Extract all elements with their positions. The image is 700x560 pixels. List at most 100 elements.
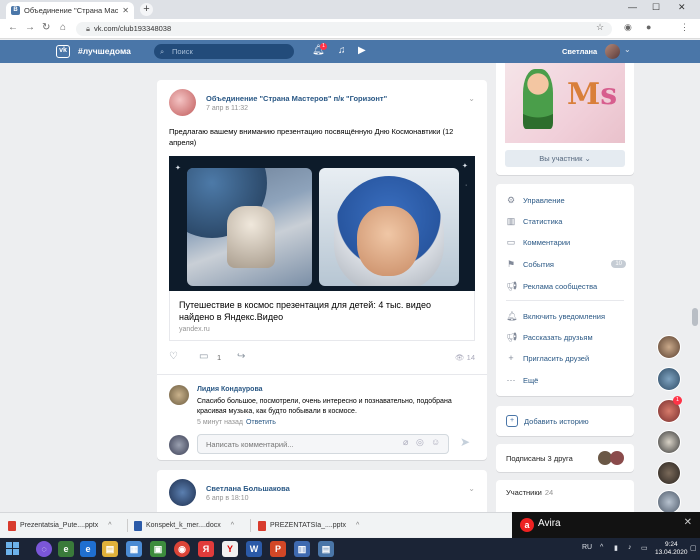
post-author[interactable]: Объединение "Страна Мастеров" п/к "Гориз… — [206, 94, 387, 103]
menu-item-stats[interactable]: ▥ Статистика — [506, 213, 626, 229]
app-icon[interactable]: ▤ — [318, 541, 334, 557]
header-avatar[interactable] — [605, 44, 620, 59]
comment-author[interactable]: Лидия Кондаурова — [197, 386, 263, 393]
post-author-avatar[interactable] — [169, 89, 196, 116]
share-icon[interactable]: ↪ — [237, 351, 245, 362]
chat-avatar[interactable] — [657, 430, 681, 454]
menu-item-invite-friends[interactable]: + Пригласить друзей — [506, 350, 626, 366]
chrome-icon[interactable]: ◉ — [174, 541, 190, 557]
chevron-up-icon[interactable]: ^ — [356, 522, 359, 529]
smile-icon[interactable]: ☺ — [431, 437, 440, 447]
camera-icon[interactable]: ◎ — [416, 437, 424, 448]
menu-item-manage[interactable]: ⚙ Управление — [506, 192, 626, 208]
header-hashtag[interactable]: #лучшедома — [78, 46, 131, 56]
post-link-image[interactable]: ✦ ✦ · — [169, 156, 475, 291]
battery-icon[interactable]: ▭ — [641, 544, 648, 552]
music-icon[interactable]: ♫ — [338, 45, 346, 56]
menu-item-more[interactable]: ⋯ Ещё — [506, 372, 626, 388]
chat-avatar[interactable] — [657, 490, 681, 514]
chevron-up-icon[interactable]: ^ — [600, 544, 603, 551]
back-icon[interactable]: ← — [8, 22, 18, 33]
header-username[interactable]: Светлана — [562, 47, 597, 56]
comment-icon: ▭ — [506, 236, 516, 247]
close-icon[interactable]: ✕ — [684, 517, 692, 528]
commenter-avatar[interactable] — [169, 385, 189, 405]
friends-subscribed-card[interactable]: Подписаны 3 друга — [496, 444, 634, 472]
browser-menu-icon[interactable]: ⋮ — [680, 22, 689, 33]
post-author-avatar[interactable] — [169, 479, 196, 506]
post-author[interactable]: Светлана Большакова — [206, 484, 290, 493]
profile-icon[interactable]: ● — [646, 22, 651, 32]
close-window-icon[interactable]: ✕ — [678, 2, 686, 13]
volume-icon[interactable]: ♪ — [628, 544, 632, 551]
app-icon[interactable]: ▥ — [294, 541, 310, 557]
chat-avatar[interactable] — [657, 335, 681, 359]
home-icon[interactable]: ⌂ — [60, 22, 66, 33]
post-menu-chevron-icon[interactable]: ⌄ — [468, 484, 475, 493]
menu-item-events[interactable]: ⚑ События 10 — [506, 256, 626, 272]
app-icon[interactable]: ▣ — [150, 541, 166, 557]
chevron-up-icon[interactable]: ^ — [231, 522, 234, 529]
download-item[interactable]: PREZENTATSIa_....pptx ^ — [258, 517, 359, 534]
explorer-icon[interactable]: e — [58, 541, 74, 557]
community-cover-image[interactable]: Ms — [505, 63, 625, 143]
close-tab-icon[interactable]: ✕ — [122, 6, 129, 15]
reply-link[interactable]: Ответить — [246, 419, 276, 426]
download-item[interactable]: Konspekt_k_mer....docx ^ — [134, 517, 234, 534]
reload-icon[interactable]: ↻ — [42, 22, 50, 33]
comment-input[interactable] — [197, 434, 449, 454]
extension-icon[interactable]: ◉ — [624, 22, 632, 33]
send-icon[interactable]: ➤ — [460, 435, 470, 449]
url-field[interactable]: 🔒︎ vk.com/club193348038 — [76, 22, 612, 36]
network-icon[interactable]: ▮ — [614, 544, 618, 552]
members-label[interactable]: Участники 24 — [506, 488, 553, 497]
comment-icon[interactable]: ▭ — [199, 351, 208, 362]
forward-icon[interactable]: → — [25, 22, 35, 33]
menu-item-notifications[interactable]: 🔔︎ Включить уведомления — [506, 308, 626, 324]
avira-notification[interactable]: a Avira ✕ — [512, 512, 700, 538]
vk-logo-icon[interactable]: vk — [56, 45, 70, 58]
post-text: Предлагаю вашему вниманию презентацию по… — [169, 127, 454, 147]
attach-icon[interactable]: ⌀ — [403, 437, 408, 448]
language-indicator[interactable]: RU — [582, 544, 592, 551]
windows-start-icon[interactable] — [6, 542, 20, 556]
flag-icon: ⚑ — [506, 258, 516, 269]
like-heart-icon[interactable]: ♡ — [169, 351, 178, 362]
link-title[interactable]: Путешествие в космос презентация для дет… — [179, 299, 459, 323]
maximize-icon[interactable]: ☐ — [652, 2, 660, 13]
member-button[interactable]: Вы участник ⌄ — [505, 150, 625, 167]
browser-tab[interactable]: B Объединение "Страна Мастеров" ✕ — [6, 2, 134, 19]
folder-icon[interactable]: ▤ — [102, 541, 118, 557]
search-input[interactable]: ⌕ Поиск — [154, 44, 294, 59]
post-menu-chevron-icon[interactable]: ⌄ — [468, 94, 475, 103]
chevron-up-icon[interactable]: ^ — [108, 522, 111, 529]
chat-avatar[interactable] — [657, 367, 681, 391]
star-icon[interactable]: ☆ — [596, 22, 604, 33]
friend-avatar[interactable] — [610, 451, 624, 465]
powerpoint-icon[interactable]: P — [270, 541, 286, 557]
post-date[interactable]: 6 апр в 18:10 — [206, 495, 249, 502]
minimize-icon[interactable]: — — [628, 2, 637, 12]
play-icon[interactable]: ▶ — [358, 45, 366, 56]
menu-item-tell-friends[interactable]: 📢︎ Рассказать друзьям — [506, 329, 626, 345]
menu-item-comments[interactable]: ▭ Комментарии — [506, 234, 626, 250]
post-date[interactable]: 7 апр в 11:32 — [206, 105, 248, 112]
word-icon[interactable]: W — [246, 541, 262, 557]
notifications-icon[interactable]: ▢ — [690, 544, 697, 552]
ie-icon[interactable]: e — [80, 541, 96, 557]
add-story-card[interactable]: + Добавить историю — [496, 406, 634, 436]
alice-assistant-icon[interactable]: ◌ — [36, 541, 52, 557]
yandex-icon[interactable]: Я — [198, 541, 214, 557]
download-item[interactable]: Prezentatsia_Pute....pptx ^ — [8, 517, 112, 534]
link-snippet[interactable]: Путешествие в космос презентация для дет… — [169, 291, 475, 341]
yandex-browser-icon[interactable]: Y — [222, 541, 238, 557]
views-count: 👁︎ 14 — [455, 353, 475, 362]
menu-item-ads[interactable]: 📢︎ Реклама сообщества — [506, 278, 626, 294]
scrollbar[interactable] — [692, 308, 698, 326]
app-icon[interactable]: ▦ — [126, 541, 142, 557]
clock[interactable]: 9:24 13.04.2020 — [655, 541, 688, 557]
chat-avatar[interactable] — [657, 461, 681, 485]
chevron-down-icon[interactable]: ⌄ — [624, 45, 631, 54]
comment-time[interactable]: 5 минут назад — [197, 419, 243, 426]
new-tab-button[interactable]: + — [140, 3, 153, 16]
